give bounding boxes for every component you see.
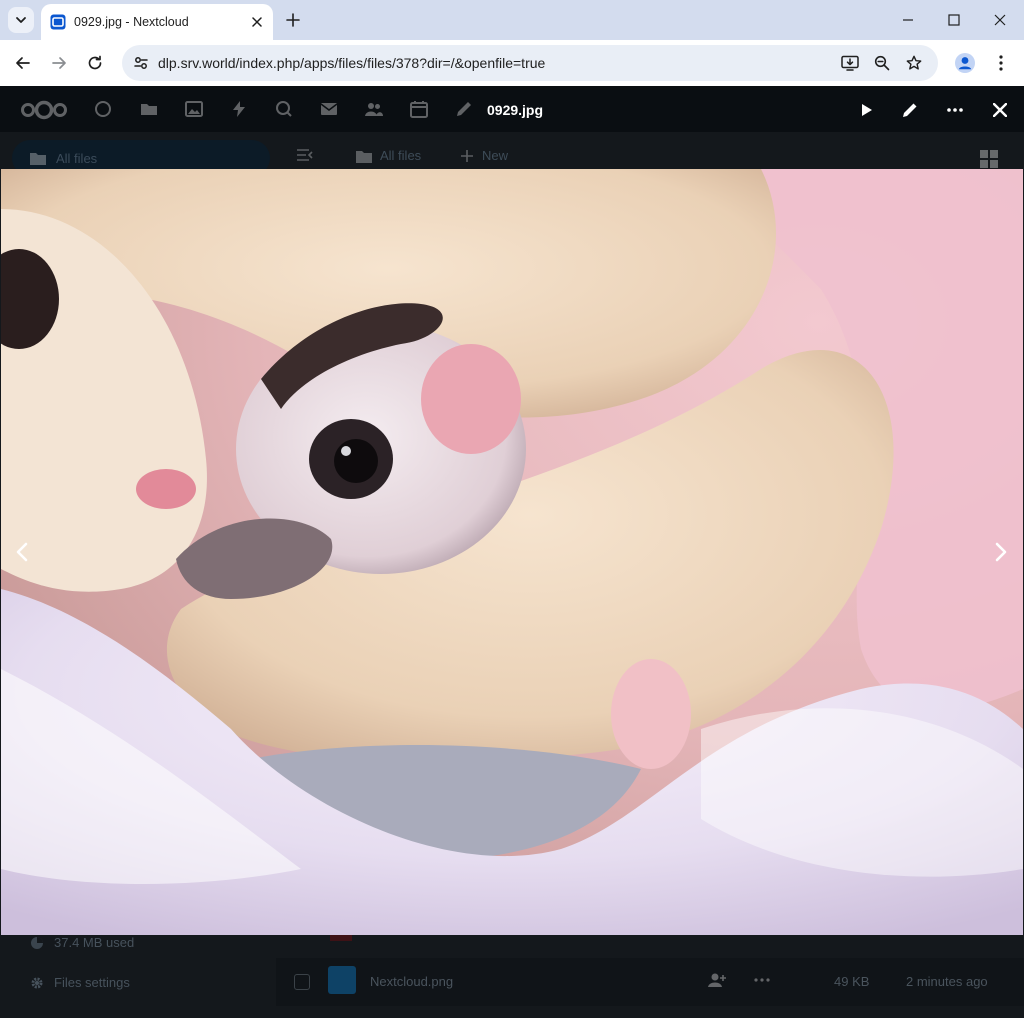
viewer-title: 0929.jpg (487, 102, 544, 118)
file-name[interactable]: Nextcloud.png (370, 974, 453, 989)
chevron-down-icon (16, 17, 26, 23)
reload-button[interactable] (79, 47, 111, 79)
table-row[interactable]: Nextcloud.png 49 KB 2 minutes ago (276, 958, 1024, 1006)
slideshow-button[interactable] (850, 94, 882, 126)
site-info-button[interactable] (127, 49, 155, 77)
quota-indicator[interactable]: 37.4 MB used (30, 935, 134, 950)
star-icon (906, 55, 922, 70)
close-window-button[interactable] (977, 0, 1023, 40)
forward-button[interactable] (43, 47, 75, 79)
grid-view-icon[interactable] (980, 150, 998, 168)
active-tab[interactable]: 0929.jpg - Nextcloud (41, 4, 273, 40)
more-vertical-icon (999, 55, 1003, 71)
browser-menu-button[interactable] (985, 47, 1017, 79)
folder-icon (356, 150, 372, 163)
folder-icon (30, 153, 46, 165)
pencil-icon (903, 103, 917, 117)
profile-button[interactable] (949, 47, 981, 79)
tab-title: 0929.jpg - Nextcloud (74, 15, 189, 29)
menu-open-icon (297, 149, 313, 161)
viewer-image[interactable] (1, 169, 1023, 935)
gear-icon (31, 977, 43, 988)
chevron-left-icon (16, 542, 28, 562)
close-icon (994, 14, 1006, 26)
url-text[interactable]: dlp.srv.world/index.php/apps/files/files… (158, 55, 545, 71)
file-modified: 2 minutes ago (906, 974, 988, 989)
close-icon (993, 103, 1007, 117)
viewer-header: 0929.jpg (0, 86, 1024, 134)
file-size: 49 KB (834, 974, 870, 989)
nextcloud-favicon-icon (50, 14, 66, 30)
install-app-icon (841, 55, 859, 71)
arrow-left-icon (16, 57, 30, 69)
more-horizontal-icon (947, 108, 963, 112)
files-settings[interactable]: Files settings (30, 975, 130, 990)
row-checkbox[interactable] (294, 974, 310, 990)
new-button[interactable]: New (460, 148, 508, 163)
plus-icon (461, 149, 473, 162)
play-icon (862, 104, 872, 116)
address-bar[interactable]: dlp.srv.world/index.php/apps/files/files… (122, 45, 938, 81)
chevron-right-icon (995, 542, 1007, 562)
maximize-icon (948, 14, 960, 26)
breadcrumb[interactable]: All files (356, 148, 421, 163)
minimize-icon (903, 19, 913, 21)
reload-icon (88, 55, 102, 70)
viewer-more-button[interactable] (939, 94, 971, 126)
more-horizontal-icon[interactable] (754, 972, 770, 988)
arrow-right-icon (52, 57, 66, 69)
previous-image-button[interactable] (6, 536, 38, 568)
close-icon (252, 17, 262, 27)
plus-icon (286, 13, 300, 27)
zoom-button[interactable] (868, 49, 896, 77)
zoom-out-icon (874, 55, 890, 71)
tab-strip: 0929.jpg - Nextcloud (0, 0, 1024, 40)
tab-close-button[interactable] (247, 12, 267, 32)
edit-button[interactable] (894, 94, 926, 126)
new-tab-button[interactable] (280, 7, 306, 33)
minimize-button[interactable] (885, 0, 931, 40)
toggle-navigation[interactable] (296, 148, 314, 162)
browser-toolbar: dlp.srv.world/index.php/apps/files/files… (0, 40, 1024, 86)
next-image-button[interactable] (985, 536, 1017, 568)
bookmark-button[interactable] (900, 49, 928, 77)
share-icon[interactable] (708, 972, 726, 988)
tab-search-button[interactable] (8, 7, 34, 33)
install-app-button[interactable] (836, 49, 864, 77)
file-thumbnail (328, 966, 356, 994)
person-icon (955, 53, 975, 73)
pie-chart-icon (31, 936, 43, 949)
viewer-close-button[interactable] (984, 94, 1016, 126)
sugar-glider-photo (1, 169, 1023, 935)
maximize-button[interactable] (931, 0, 977, 40)
back-button[interactable] (7, 47, 39, 79)
tune-icon (134, 57, 148, 69)
